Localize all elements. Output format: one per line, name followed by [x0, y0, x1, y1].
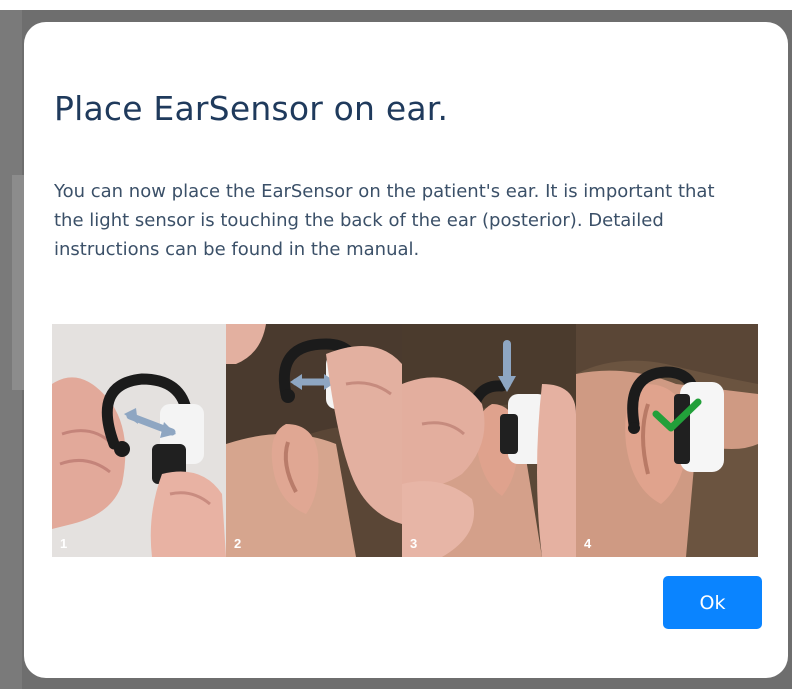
step-1-photo — [52, 324, 226, 557]
step-1-image: 1 — [52, 324, 226, 557]
step-4-number: 4 — [584, 536, 592, 551]
dialog-title: Place EarSensor on ear. — [54, 89, 449, 128]
step-4-photo — [576, 324, 758, 557]
step-3-number: 3 — [410, 536, 418, 551]
ok-button[interactable]: Ok — [663, 576, 762, 629]
step-1-number: 1 — [60, 536, 68, 551]
backdrop-top-edge — [0, 0, 792, 10]
placement-steps-illustration: 1 2 3 4 — [52, 324, 758, 557]
step-4-image: 4 — [576, 324, 758, 557]
step-2-image: 2 — [226, 324, 402, 557]
step-3-image: 3 — [402, 324, 576, 557]
step-3-photo — [402, 324, 576, 557]
dialog-instructions: You can now place the EarSensor on the p… — [54, 181, 715, 260]
step-2-photo — [226, 324, 402, 557]
earsensor-placement-dialog: Place EarSensor on ear. You can now plac… — [24, 22, 788, 678]
step-2-number: 2 — [234, 536, 242, 551]
